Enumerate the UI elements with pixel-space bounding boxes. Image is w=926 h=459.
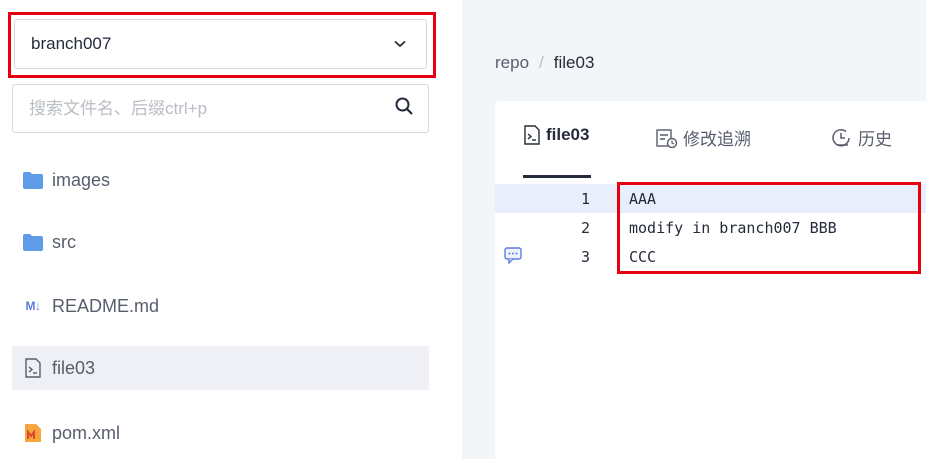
markdown-icon: M↓ xyxy=(25,299,42,313)
file-search-box[interactable] xyxy=(12,84,429,133)
tab-file[interactable]: file03 xyxy=(523,125,589,145)
tree-item-label: images xyxy=(52,169,111,190)
tree-item-readme[interactable]: M↓ README.md xyxy=(12,284,429,328)
tab-label: 历史 xyxy=(858,130,892,149)
comment-icon[interactable] xyxy=(503,246,523,264)
tab-label: file03 xyxy=(546,125,590,144)
file-content-card: file03 修改追溯 历史 1 AAA 2 modify in branch0… xyxy=(495,101,926,459)
tree-item-label: src xyxy=(52,231,76,252)
branch-selector[interactable]: branch007 xyxy=(14,19,427,69)
line-number: 2 xyxy=(580,218,590,237)
file-icon xyxy=(523,125,541,145)
tab-label: 修改追溯 xyxy=(683,130,751,149)
folder-icon xyxy=(22,170,44,190)
search-icon[interactable] xyxy=(394,96,414,121)
line-text: AAA xyxy=(629,189,657,208)
code-view: 1 AAA 2 modify in branch007 BBB 3 CCC xyxy=(495,184,926,271)
folder-icon xyxy=(22,232,44,252)
file-viewer-panel: repo / file03 file03 修改追溯 历史 1 AAA 2 mod… xyxy=(462,0,926,459)
history-icon xyxy=(831,128,853,148)
tree-item-src[interactable]: src xyxy=(12,220,429,264)
breadcrumb-separator: / xyxy=(539,53,544,72)
breadcrumb-root[interactable]: repo xyxy=(495,53,529,73)
code-line: 3 CCC xyxy=(495,242,926,271)
code-line: 1 AAA xyxy=(495,184,926,213)
tree-item-file03[interactable]: file03 xyxy=(12,346,429,390)
tree-item-label: README.md xyxy=(52,295,160,316)
line-text: modify in branch007 BBB xyxy=(629,218,837,237)
chevron-down-icon xyxy=(392,36,408,52)
tab-blame[interactable]: 修改追溯 xyxy=(656,125,751,150)
tree-item-label: pom.xml xyxy=(52,422,121,443)
line-number: 1 xyxy=(580,189,590,208)
file-sidebar: branch007 images src M↓ README.md file03 xyxy=(0,0,462,459)
tab-history[interactable]: 历史 xyxy=(831,125,892,150)
branch-selector-value: branch007 xyxy=(31,34,112,53)
code-line: 2 modify in branch007 BBB xyxy=(495,213,926,242)
blame-icon xyxy=(656,128,678,148)
maven-file-icon xyxy=(22,423,44,443)
tree-item-label: file03 xyxy=(52,357,96,378)
file-search-input[interactable] xyxy=(27,97,371,120)
breadcrumb: repo / file03 xyxy=(495,53,594,73)
active-tab-indicator xyxy=(523,175,591,178)
file-tabs: file03 修改追溯 历史 xyxy=(495,101,926,179)
line-text: CCC xyxy=(629,247,657,266)
breadcrumb-current: file03 xyxy=(553,53,595,72)
tree-item-pom[interactable]: pom.xml xyxy=(12,411,429,455)
line-number: 3 xyxy=(580,247,590,266)
tree-item-images[interactable]: images xyxy=(12,158,429,202)
file-icon xyxy=(22,358,44,378)
